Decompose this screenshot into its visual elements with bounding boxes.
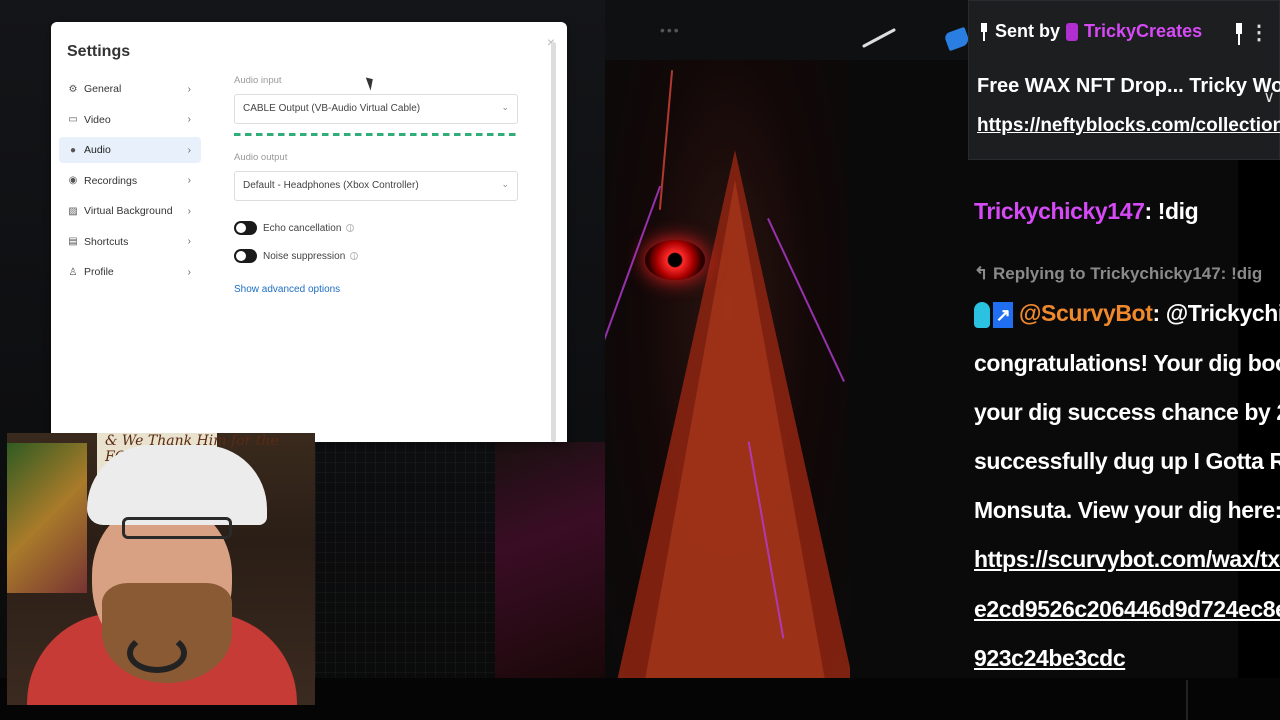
chat-text: : !dig bbox=[1144, 198, 1199, 224]
info-icon[interactable]: i bbox=[346, 224, 355, 233]
info-icon[interactable]: i bbox=[350, 252, 359, 261]
audio-output-value: Default - Headphones (Xbox Controller) bbox=[243, 180, 419, 191]
chat-username[interactable]: Trickychicky147 bbox=[974, 198, 1145, 224]
pin-icon bbox=[981, 22, 987, 41]
nav-item-label: General bbox=[84, 83, 122, 95]
chat-link[interactable]: e2cd9526c206446d9d724ec8e66f264f4e69de bbox=[974, 596, 1280, 623]
bot-message-header: ↗ @ScurvyBot: @Trickychicky147 bbox=[974, 300, 1280, 328]
pinned-link[interactable]: https://neftyblocks.com/collection/waxsn… bbox=[977, 115, 1280, 137]
pinned-sender[interactable]: TrickyCreates bbox=[1084, 21, 1202, 42]
user-icon: ♙ bbox=[68, 266, 78, 278]
show-advanced-options-link[interactable]: Show advanced options bbox=[234, 284, 340, 295]
unpin-icon[interactable] bbox=[1235, 23, 1243, 45]
divider bbox=[1186, 680, 1188, 720]
artwork-canvas bbox=[605, 60, 850, 680]
chevron-right-icon: › bbox=[187, 236, 191, 247]
record-icon: ◉ bbox=[68, 175, 78, 186]
chat-line: Monsuta. View your dig here: bbox=[974, 497, 1280, 523]
audio-level-meter bbox=[234, 133, 518, 136]
screen: ••• Sent by TrickyCreates ⋮ Free WAX NFT… bbox=[0, 0, 1280, 720]
chat-link[interactable]: 923c24be3cdc bbox=[974, 645, 1126, 672]
nav-item-audio[interactable]: ● Audio › bbox=[59, 137, 201, 163]
settings-nav: ⚙ General › ▭ Video › ● Audio › ◉ Recordings › ▨… bbox=[59, 76, 201, 290]
collapse-icon[interactable]: ∨ bbox=[1263, 87, 1275, 107]
chat-link[interactable]: https://scurvybot.com/wax/tx/ce872cd108b… bbox=[974, 546, 1280, 573]
webcam-person-glasses bbox=[122, 517, 232, 539]
microphone-icon: ● bbox=[69, 144, 77, 156]
nav-item-general[interactable]: ⚙ General › bbox=[59, 76, 201, 102]
settings-dialog: Settings × ⚙General› ▭Video› ●Audio› ◉Re… bbox=[51, 22, 567, 442]
chevron-right-icon: › bbox=[187, 266, 191, 278]
nav-item-recordings[interactable]: ◉ Recordings › bbox=[59, 168, 201, 194]
sent-by-label: Sent by bbox=[995, 21, 1061, 41]
chevron-down-icon: ⌄ bbox=[501, 179, 509, 189]
settings-title: Settings bbox=[67, 43, 131, 60]
bot-mention: : @Trickychicky147 bbox=[1152, 300, 1280, 326]
bot-username[interactable]: @ScurvyBot bbox=[1019, 300, 1153, 326]
audio-input-label: Audio input bbox=[234, 75, 282, 86]
audio-input-select[interactable]: CABLE Output (VB-Audio Virtual Cable) ⌄ bbox=[234, 94, 518, 124]
chevron-right-icon: › bbox=[187, 144, 191, 156]
webcam-wall-art bbox=[7, 443, 87, 593]
headphones-icon bbox=[127, 633, 187, 673]
nav-item-label: Shortcuts bbox=[84, 235, 129, 248]
audio-input-value: CABLE Output (VB-Audio Virtual Cable) bbox=[243, 103, 421, 114]
noise-suppression-toggle[interactable] bbox=[234, 249, 257, 263]
chat-line: your dig success chance by 25%. You bbox=[974, 399, 1280, 425]
video-icon: ▭ bbox=[68, 114, 78, 125]
reply-context[interactable]: ↰ Replying to Trickychicky147: !dig bbox=[974, 264, 1262, 284]
webcam-person-cap bbox=[87, 445, 267, 525]
audio-output-select[interactable]: Default - Headphones (Xbox Controller) ⌄ bbox=[234, 171, 518, 201]
sender-badge-icon bbox=[1066, 22, 1079, 41]
pinned-title: Free WAX NFT Drop... Tricky World #2 bbox=[977, 75, 1280, 97]
chevron-right-icon: › bbox=[187, 114, 191, 125]
scrollbar[interactable] bbox=[551, 42, 556, 442]
chevron-down-icon: ⌄ bbox=[501, 102, 509, 112]
webcam-feed: & We Thank Him for the FOOD bbox=[7, 433, 315, 705]
chat-line: congratulations! Your dig booster increa… bbox=[974, 350, 1280, 376]
artwork-eye bbox=[645, 240, 705, 280]
brush-icon[interactable] bbox=[862, 28, 898, 48]
nav-item-label: Audio bbox=[84, 144, 111, 156]
image-icon: ▨ bbox=[68, 205, 78, 217]
pinned-header: Sent by TrickyCreates bbox=[979, 21, 1202, 42]
chat-line: successfully dug up I Gotta Rock from Fa… bbox=[974, 448, 1280, 474]
gear-icon: ⚙ bbox=[68, 83, 78, 95]
chevron-right-icon: › bbox=[187, 175, 191, 186]
chat-message: Trickychicky147: !dig bbox=[974, 198, 1199, 225]
noise-suppression-row: Noise suppression i bbox=[234, 249, 359, 263]
noise-suppression-label: Noise suppression bbox=[263, 250, 346, 262]
keyboard-icon: ▤ bbox=[68, 236, 78, 247]
nav-item-shortcuts[interactable]: ▤ Shortcuts › bbox=[59, 229, 201, 255]
echo-cancellation-toggle[interactable] bbox=[234, 221, 257, 235]
nav-item-video[interactable]: ▭ Video › bbox=[59, 107, 201, 133]
more-options-icon[interactable]: ⋮ bbox=[1249, 23, 1269, 43]
artwork-left-fragment bbox=[495, 442, 605, 678]
chevron-right-icon: › bbox=[187, 205, 191, 217]
nav-item-label: Recordings bbox=[84, 174, 138, 187]
nav-item-virtual-background[interactable]: ▨ Virtual Background › bbox=[59, 198, 201, 224]
audio-output-label: Audio output bbox=[234, 152, 288, 163]
echo-cancellation-label: Echo cancellation bbox=[263, 222, 342, 234]
more-dots-icon[interactable]: ••• bbox=[660, 22, 681, 38]
bot-badge-icon bbox=[974, 301, 990, 328]
nav-item-profile[interactable]: ♙ Profile › bbox=[59, 259, 201, 285]
chevron-right-icon: › bbox=[187, 83, 191, 95]
pinned-message[interactable]: Sent by TrickyCreates ⋮ Free WAX NFT Dro… bbox=[968, 0, 1280, 160]
echo-cancellation-row: Echo cancellation i bbox=[234, 221, 355, 235]
nav-item-label: Profile bbox=[84, 266, 114, 278]
nav-item-label: Video bbox=[84, 113, 111, 126]
nav-item-label: Virtual Background bbox=[84, 205, 173, 217]
mod-badge-icon: ↗ bbox=[993, 301, 1013, 328]
